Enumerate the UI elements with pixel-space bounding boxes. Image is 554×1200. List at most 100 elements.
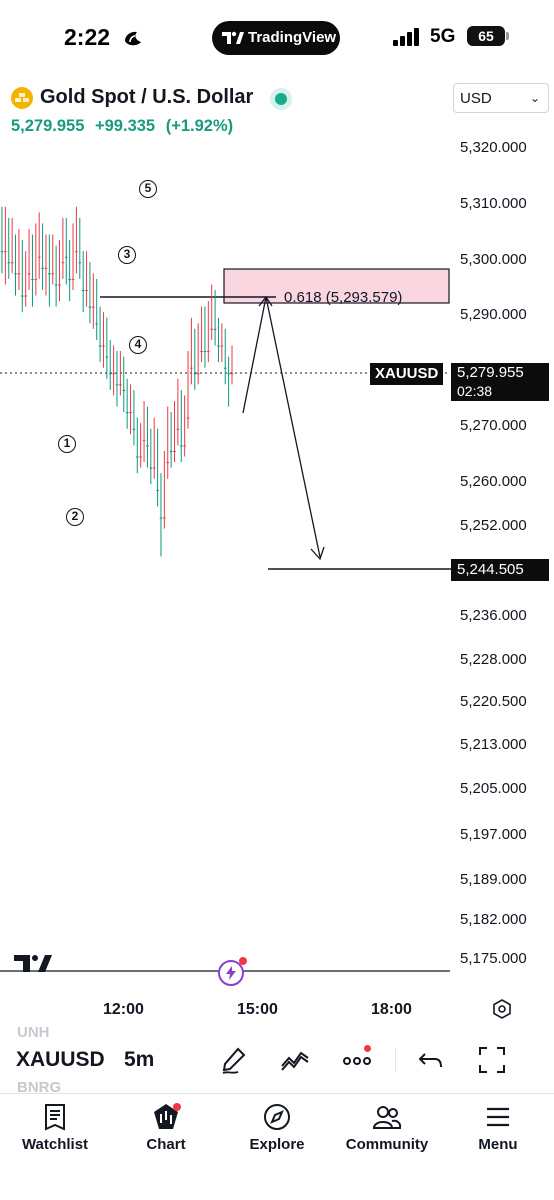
candle-body (88, 306, 92, 308)
candle-body (159, 517, 163, 519)
bar-countdown: 02:38 (457, 383, 493, 399)
time-tick-1500: 15:00 (237, 1001, 278, 1018)
wave-label-4[interactable]: 4 (129, 336, 147, 354)
candle-body (149, 467, 153, 469)
sleep-focus-icon (125, 31, 141, 46)
bolt-icon (226, 966, 236, 980)
candle-body (68, 278, 71, 280)
candle-body (203, 351, 207, 353)
candle-body (210, 328, 214, 330)
price-tick: 5,205.000 (460, 780, 527, 797)
alerts-bolt-button[interactable] (218, 957, 247, 986)
candle-body (213, 328, 217, 330)
price-tick: 5,310.000 (460, 195, 527, 212)
status-bar: 2:22 TradingView 5G 65 (0, 0, 554, 76)
candle-body (190, 367, 193, 369)
candle-body (75, 251, 78, 253)
price-tick: 5,182.000 (460, 911, 527, 928)
candle-body (85, 289, 88, 291)
network-label: 5G (430, 26, 456, 47)
nav-label-menu: Menu (478, 1136, 518, 1153)
price-tick: 5,236.000 (460, 607, 527, 624)
bottom-nav: Watchlist Chart Explore Community Menu (0, 1093, 554, 1200)
nav-chart[interactable]: Chart (116, 1102, 216, 1162)
candle-body (183, 445, 186, 447)
chart-settings-icon[interactable] (492, 999, 512, 1019)
battery-icon: 65 (467, 26, 505, 46)
menu-icon (487, 1107, 509, 1127)
price-tick: 5,175.000 (460, 950, 527, 967)
tradingview-logo-icon (222, 31, 244, 44)
candle-body (230, 373, 234, 375)
candle-body (173, 450, 176, 452)
nav-label-explore: Explore (249, 1136, 305, 1153)
status-time: 2:22 (64, 24, 111, 50)
currency-value: USD (460, 90, 492, 107)
more-options-button[interactable] (341, 1044, 373, 1076)
market-open-indicator (270, 88, 292, 110)
drawing-tool-button[interactable] (218, 1044, 250, 1076)
price-tick: 5,228.000 (460, 651, 527, 668)
nav-label-community: Community (345, 1136, 429, 1153)
candle-body (135, 456, 139, 458)
nav-label-chart: Chart (146, 1136, 186, 1153)
target-price-tag: 5,244.505 (451, 559, 549, 581)
fib-level-label[interactable]: 0.618 (5,293.579) (284, 289, 402, 306)
indicators-icon (281, 1051, 309, 1071)
watchlist-icon (45, 1104, 65, 1131)
undo-button[interactable] (415, 1044, 447, 1076)
candle-body (176, 428, 180, 430)
candle-body (20, 295, 24, 297)
chart-icon (154, 1103, 181, 1129)
projection-path (242, 296, 321, 558)
current-price-value: 5,279.955 (457, 364, 524, 381)
wave-label-5[interactable]: 5 (139, 180, 157, 198)
nav-menu[interactable]: Menu (448, 1102, 548, 1162)
tradingview-pill[interactable]: TradingView (212, 21, 340, 55)
community-icon (372, 1106, 402, 1129)
toolbar-divider (395, 1048, 396, 1072)
candle-body (179, 445, 183, 447)
fullscreen-button[interactable] (476, 1044, 508, 1076)
nav-explore[interactable]: Explore (227, 1102, 327, 1162)
nav-watchlist[interactable]: Watchlist (5, 1102, 105, 1162)
candle-body (169, 450, 173, 452)
pen-icon (222, 1047, 246, 1074)
candle-body (34, 278, 38, 280)
price-tick: 5,252.000 (460, 517, 527, 534)
wave-label-3[interactable]: 3 (118, 246, 136, 264)
price-tick: 5,260.000 (460, 473, 527, 490)
nav-community[interactable]: Community (337, 1102, 437, 1162)
candle-body (58, 284, 61, 286)
symbol-name[interactable]: Gold Spot / U.S. Dollar (40, 86, 253, 109)
candle-body (129, 412, 132, 414)
compass-icon (264, 1104, 290, 1130)
candle-body (81, 289, 85, 291)
wave-label-2[interactable]: 2 (66, 508, 84, 526)
symbol-selector[interactable]: XAUUSD (16, 1048, 105, 1072)
candle-body (7, 262, 11, 264)
chevron-down-icon: ⌄ (529, 91, 540, 105)
candle-body (227, 373, 230, 375)
notification-dot (364, 1045, 371, 1052)
indicators-button[interactable] (279, 1044, 311, 1076)
candle-body (0, 251, 4, 253)
candle-body (10, 262, 14, 264)
candle-body (4, 251, 7, 253)
current-price-tag: 5,279.955 02:38 (451, 363, 549, 401)
tradingview-watermark-icon (14, 955, 52, 972)
time-tick-1200: 12:00 (103, 1001, 144, 1018)
currency-select[interactable]: USD ⌄ (453, 83, 549, 113)
wave-label-1[interactable]: 1 (58, 435, 76, 453)
candle-body (108, 373, 112, 375)
candle-body (105, 356, 109, 358)
candle-body (54, 284, 58, 286)
candle-body (92, 306, 95, 308)
interval-selector[interactable]: 5m (124, 1048, 154, 1072)
candle-body (51, 273, 55, 275)
candle-body (14, 273, 17, 275)
projection-arrowhead-down (310, 546, 325, 561)
candle-body (102, 345, 105, 347)
candle-body (163, 517, 166, 519)
price-tick: 5,197.000 (460, 826, 527, 843)
